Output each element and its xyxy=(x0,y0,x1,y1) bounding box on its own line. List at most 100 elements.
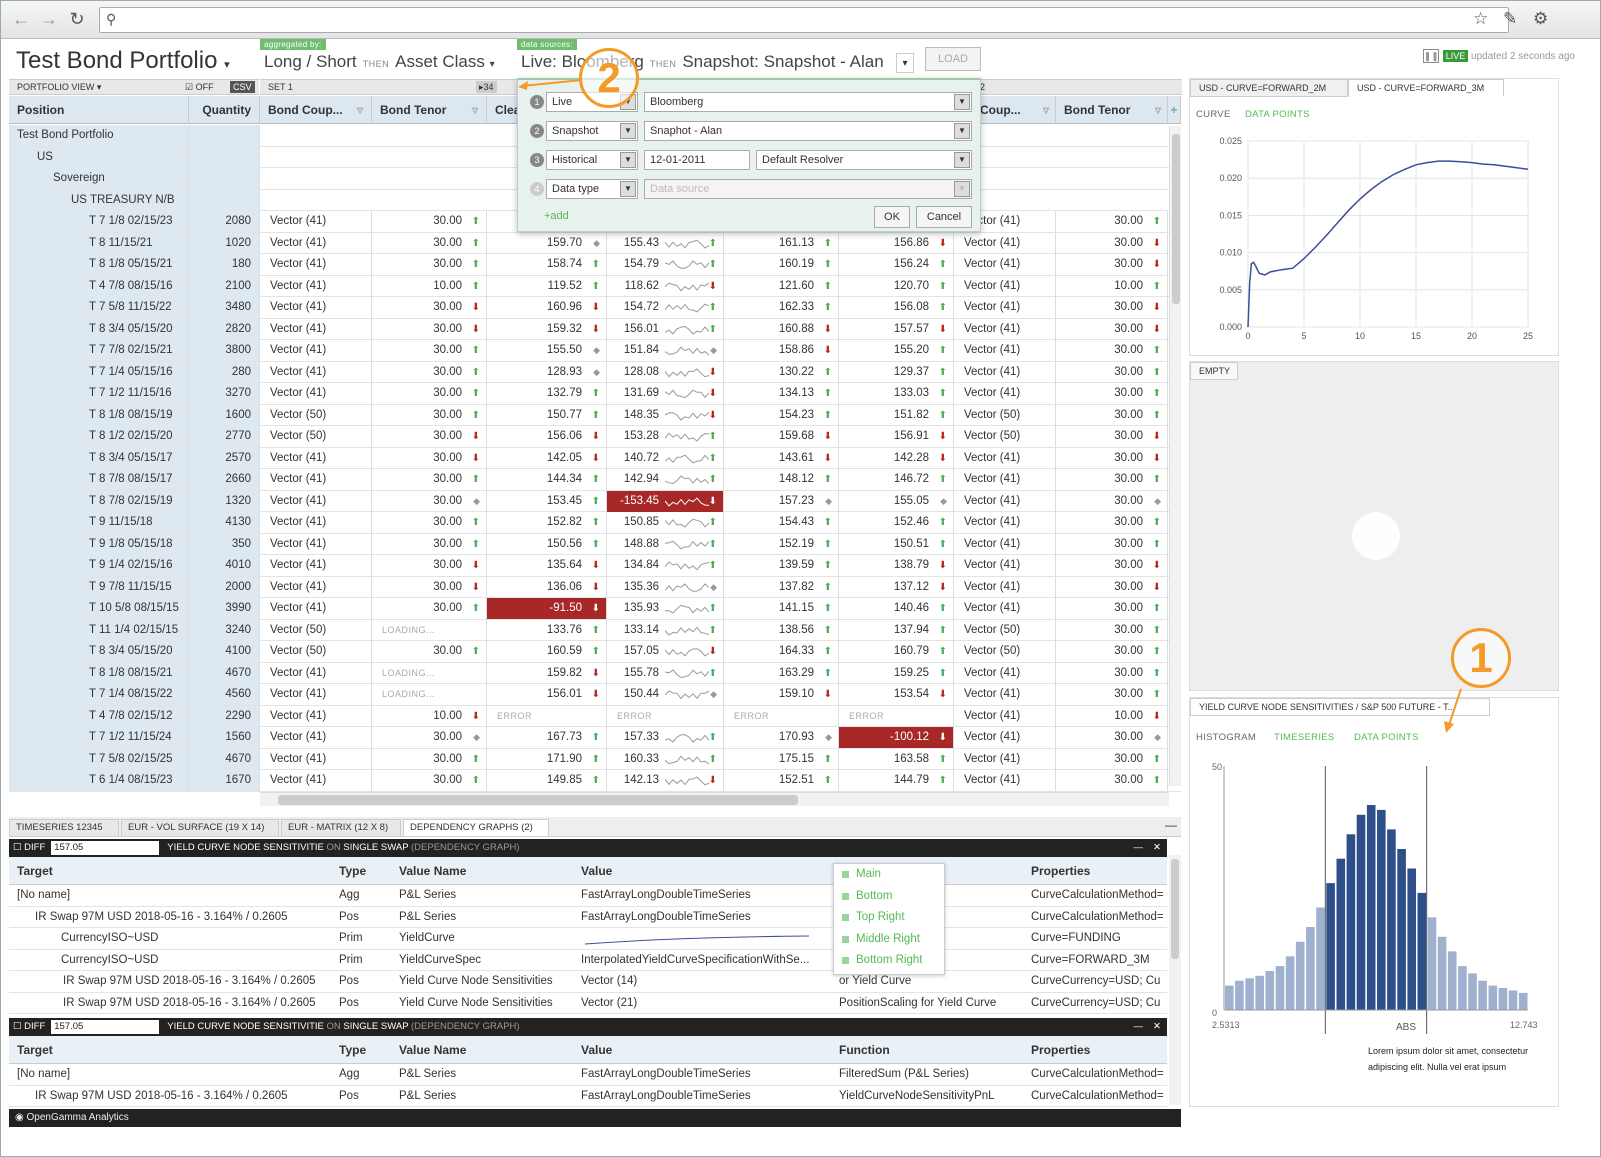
back-icon[interactable]: ← xyxy=(11,9,31,29)
vertical-scrollbar[interactable] xyxy=(1169,855,1181,1105)
horizontal-scrollbar[interactable] xyxy=(260,792,1169,806)
subtab-data-points[interactable]: DATA POINTS xyxy=(1245,109,1310,120)
date-input[interactable]: 12-01-2011 xyxy=(644,150,750,170)
vertical-scrollbar[interactable] xyxy=(1169,126,1181,786)
table-row[interactable]: T 7 1/4 05/15/16 280 Vector (41) 30.00 ⬆ 128.… xyxy=(9,361,1181,383)
column-header[interactable]: Function xyxy=(839,1036,890,1064)
scrollbar-thumb[interactable] xyxy=(1172,134,1180,304)
table-row[interactable]: T 10 5/8 08/15/15 3990 Vector (41) 30.00 ⬆ -9… xyxy=(9,598,1181,620)
star-icon[interactable]: ☆ xyxy=(1473,9,1488,29)
filter-icon[interactable]: ▿ xyxy=(357,96,363,124)
source-name-select[interactable]: Snaphot - Alan ▼ xyxy=(644,121,972,141)
subtab-histogram[interactable]: HISTOGRAM xyxy=(1196,732,1256,743)
table-row[interactable]: T 9 1/4 02/15/16 4010 Vector (41) 30.00 ⬇ 135… xyxy=(9,555,1181,577)
table-row[interactable]: T 11 1/4 02/15/15 3240 Vector (50) LOADING.… xyxy=(9,619,1181,641)
minimize-icon[interactable]: — xyxy=(1134,839,1144,857)
column-header[interactable]: Value xyxy=(581,857,612,885)
diff-toggle[interactable]: ☐ DIFF xyxy=(13,842,45,853)
subtab-curve[interactable]: CURVE xyxy=(1196,109,1231,120)
cancel-button[interactable]: Cancel xyxy=(916,206,972,228)
add-source-link[interactable]: +add xyxy=(544,210,569,222)
column-header[interactable]: Value Name xyxy=(399,1036,466,1064)
column-header[interactable]: Type xyxy=(339,1036,366,1064)
forward-icon[interactable]: → xyxy=(39,9,59,29)
graph-row[interactable]: IR Swap 97M USD 2018-05-16 - 3.164% / 0.… xyxy=(9,1086,1167,1107)
header-bond-tenor-2[interactable]: Bond Tenor ▿ xyxy=(1056,96,1168,124)
aggregation-selector[interactable]: Long / Short THEN Asset Class ▾ xyxy=(264,52,495,72)
header-quantity[interactable]: Quantity xyxy=(189,96,260,124)
table-row[interactable]: T 7 5/8 02/15/25 4670 Vector (41) 30.00 ⬆ 171… xyxy=(9,748,1181,770)
off-toggle[interactable]: ☑ OFF xyxy=(185,80,214,94)
table-row[interactable]: T 7 1/4 08/15/22 4560 Vector (41) LOADING..… xyxy=(9,684,1181,706)
filter-icon[interactable]: ▿ xyxy=(472,96,478,124)
tab-matrix[interactable]: EUR - MATRIX (12 X 8) xyxy=(281,819,401,837)
add-column-icon[interactable]: + xyxy=(1168,96,1181,124)
table-row[interactable]: T 4 7/8 02/15/12 2290 Vector (41) 10.00 ⬇ ERR… xyxy=(9,705,1181,727)
portfolio-title[interactable]: Test Bond Portfolio ▾ xyxy=(16,47,230,75)
table-row[interactable]: T 4 7/8 08/15/16 2100 Vector (41) 10.00 ⬆ 119… xyxy=(9,275,1181,297)
table-row[interactable]: T 8 7/8 08/15/17 2660 Vector (41) 30.00 ⬆ 144… xyxy=(9,469,1181,491)
table-row[interactable]: T 8 11/15/21 1020 Vector (41) 30.00 ⬆ 159.70 ◆… xyxy=(9,232,1181,254)
table-row[interactable]: T 8 1/8 05/15/21 180 Vector (41) 30.00 ⬆ 158.… xyxy=(9,254,1181,276)
table-row[interactable]: T 6 1/4 08/15/23 1670 Vector (41) 30.00 ⬆ 149… xyxy=(9,770,1181,792)
ok-button[interactable]: OK xyxy=(874,206,910,228)
table-row[interactable]: T 8 3/4 05/15/17 2570 Vector (41) 30.00 ⬇ 142… xyxy=(9,447,1181,469)
table-row[interactable]: T 8 1/8 08/15/19 1600 Vector (50) 30.00 ⬆ 150… xyxy=(9,404,1181,426)
table-row[interactable]: T 8 3/4 05/15/20 2820 Vector (41) 30.00 ⬇ 159… xyxy=(9,318,1181,340)
source-type-select[interactable]: Snapshot ▼ xyxy=(546,121,638,141)
reload-icon[interactable]: ↻ xyxy=(67,9,87,29)
header-bond-coupon[interactable]: Bond Coup... ▿ xyxy=(260,96,372,124)
graph-row[interactable]: IR Swap 97M USD 2018-05-16 - 3.164% / 0.… xyxy=(9,907,1167,928)
address-bar[interactable]: ⚲ xyxy=(99,7,1509,33)
diff-value[interactable]: 157.05 xyxy=(51,1020,160,1034)
scrollbar-thumb[interactable] xyxy=(1171,859,1179,959)
scrollbar-thumb[interactable] xyxy=(278,795,798,805)
table-row[interactable]: T 8 1/2 02/15/20 2770 Vector (50) 30.00 ⬇ 156… xyxy=(9,426,1181,448)
chevron-down-icon[interactable]: ▾ xyxy=(896,53,914,73)
diff-value[interactable]: 157.05 xyxy=(51,841,160,855)
column-header[interactable]: Target xyxy=(17,1036,53,1064)
graph-row[interactable]: [No name] Agg P&L Series FastArrayLongDoubl… xyxy=(9,1064,1167,1086)
tab-empty[interactable]: EMPTY xyxy=(1190,362,1238,380)
tab-vol-surface[interactable]: EUR - VOL SURFACE (19 X 14) xyxy=(121,819,279,837)
column-header[interactable]: Properties xyxy=(1031,1036,1090,1064)
tab-forward-3m[interactable]: USD - CURVE=FORWARD_3M xyxy=(1348,79,1504,97)
column-header[interactable]: Properties xyxy=(1031,857,1090,885)
table-row[interactable]: T 8 1/8 08/15/21 4670 Vector (41) LOADING..… xyxy=(9,662,1181,684)
table-row[interactable]: T 9 1/8 05/15/18 350 Vector (41) 30.00 ⬆ 150.… xyxy=(9,533,1181,555)
menu-item-bottom[interactable]: Bottom xyxy=(834,886,944,908)
subtab-timeseries[interactable]: TIMESERIES xyxy=(1274,732,1335,743)
filter-icon[interactable]: ▿ xyxy=(1155,96,1161,124)
minimize-icon[interactable]: — xyxy=(1134,1018,1144,1036)
table-row[interactable]: T 7 1/2 11/15/24 1560 Vector (41) 30.00 ◆ 167… xyxy=(9,727,1181,749)
table-row[interactable]: T 9 11/15/18 4130 Vector (41) 30.00 ⬆ 152.82 ⬆… xyxy=(9,512,1181,534)
header-bond-tenor[interactable]: Bond Tenor ▿ xyxy=(372,96,487,124)
tab-timeseries[interactable]: TIMESERIES 12345 xyxy=(9,819,119,837)
table-row[interactable]: T 7 1/2 11/15/16 3270 Vector (41) 30.00 ⬆ 132… xyxy=(9,383,1181,405)
menu-item-bottom-right[interactable]: Bottom Right xyxy=(834,950,944,972)
table-row[interactable]: T 8 7/8 02/15/19 1320 Vector (41) 30.00 ◆ 153… xyxy=(9,490,1181,512)
diff-toggle[interactable]: ☐ DIFF xyxy=(13,1021,45,1032)
menu-item-top-right[interactable]: Top Right xyxy=(834,907,944,929)
portfolio-view-menu[interactable]: PORTFOLIO VIEW ▾ xyxy=(17,82,101,92)
table-row[interactable]: T 7 5/8 11/15/22 3480 Vector (41) 30.00 ⬇ 160… xyxy=(9,297,1181,319)
tab-forward-2m[interactable]: USD - CURVE=FORWARD_2M xyxy=(1190,79,1348,97)
table-row[interactable]: T 9 7/8 11/15/15 2000 Vector (41) 30.00 ⬇ 136… xyxy=(9,576,1181,598)
filter-icon[interactable]: ▿ xyxy=(1043,96,1049,124)
tab-dependency-graphs[interactable]: DEPENDENCY GRAPHS (2) xyxy=(403,819,549,837)
minimize-icon[interactable]: — xyxy=(1165,818,1177,832)
graph-row[interactable]: CurrencyISO~USD Prim YieldCurveSpec Interpo… xyxy=(9,950,1167,971)
close-icon[interactable]: ✕ xyxy=(1153,1018,1161,1036)
graph-row[interactable]: IR Swap 97M USD 2018-05-16 - 3.164% / 0.… xyxy=(9,993,1167,1014)
csv-button[interactable]: CSV xyxy=(230,81,255,93)
table-row[interactable]: T 8 3/4 05/15/20 4100 Vector (50) 30.00 ⬆ 160… xyxy=(9,641,1181,663)
source-type-select[interactable]: Historical ▼ xyxy=(546,150,638,170)
menu-item-middle-right[interactable]: Middle Right xyxy=(834,929,944,951)
wrench-icon[interactable]: ⚙ xyxy=(1533,9,1548,29)
menu-item-main[interactable]: Main xyxy=(834,864,944,886)
graph-row[interactable]: IR Swap 97M USD 2018-05-16 - 3.164% / 0.… xyxy=(9,971,1167,993)
source-name-select[interactable]: Bloomberg ▼ xyxy=(644,92,972,112)
data-type-select[interactable]: Data type ▼ xyxy=(546,179,638,199)
subtab-data-points[interactable]: DATA POINTS xyxy=(1354,732,1419,743)
column-header[interactable]: Target xyxy=(17,857,53,885)
